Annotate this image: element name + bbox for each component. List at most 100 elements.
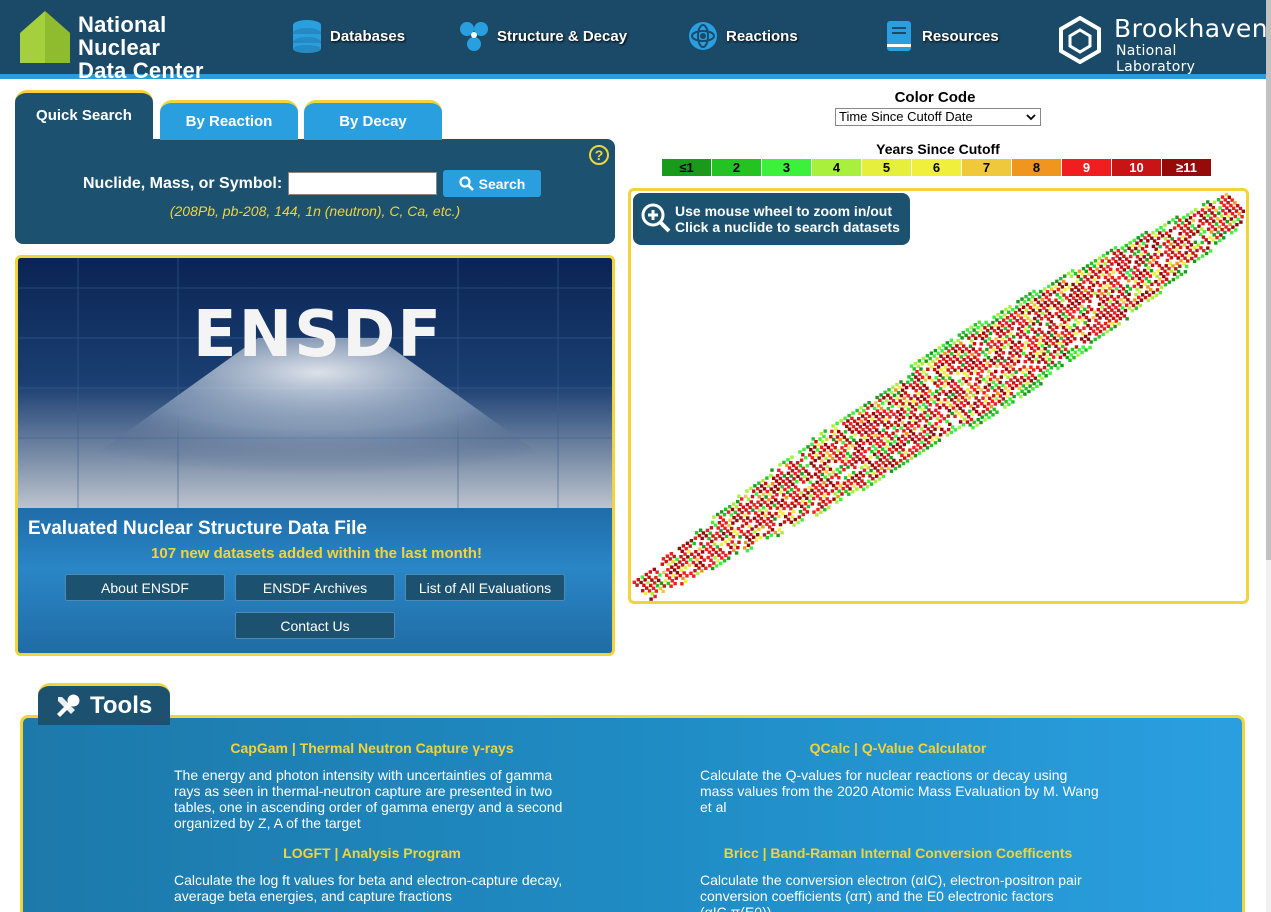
nuclide-cell[interactable]	[1063, 274, 1067, 278]
nuclide-cell[interactable]	[823, 508, 827, 512]
nuclide-cell[interactable]	[823, 429, 827, 433]
nuclide-cell[interactable]	[1146, 239, 1150, 243]
nuclide-cell[interactable]	[1230, 230, 1234, 235]
nuclide-cell[interactable]	[855, 487, 859, 491]
nuclide-cell[interactable]	[938, 433, 943, 437]
nuclide-cell[interactable]	[1084, 348, 1088, 352]
nuclide-cell[interactable]	[674, 576, 678, 580]
nuclide-cell[interactable]	[696, 571, 700, 576]
nuclide-cell[interactable]	[1105, 251, 1110, 255]
nuclide-cell[interactable]	[1167, 280, 1172, 284]
nuclide-chart-canvas[interactable]	[631, 191, 1246, 601]
nuclide-cell[interactable]	[897, 464, 902, 468]
nuclide-cell[interactable]	[1018, 354, 1022, 358]
nuclide-cell[interactable]	[1178, 264, 1182, 268]
nuclide-cell[interactable]	[1049, 366, 1053, 370]
nuclide-cell[interactable]	[842, 468, 846, 472]
nuclide-cell[interactable]	[972, 342, 977, 346]
nuclide-cell[interactable]	[980, 369, 984, 373]
nuclide-cell[interactable]	[904, 385, 909, 390]
nuclide-cell[interactable]	[1069, 339, 1073, 344]
nuclide-cell[interactable]	[1098, 316, 1102, 320]
nuclide-cell[interactable]	[738, 535, 742, 539]
nuclide-cell[interactable]	[735, 518, 739, 523]
nuclide-cell[interactable]	[635, 583, 639, 587]
nuclide-cell[interactable]	[700, 569, 704, 573]
nuclide-cell[interactable]	[722, 513, 727, 517]
nuclide-cell[interactable]	[881, 474, 886, 479]
nuclide-cell[interactable]	[1089, 340, 1093, 344]
nuclide-cell[interactable]	[1050, 314, 1055, 319]
nuclide-cell[interactable]	[1082, 340, 1087, 344]
nuclide-cell[interactable]	[913, 454, 918, 458]
nuclide-cell[interactable]	[1192, 232, 1196, 236]
nuclide-cell[interactable]	[1111, 289, 1115, 293]
nuclide-cell[interactable]	[745, 549, 750, 553]
nuclide-cell[interactable]	[757, 527, 761, 531]
nuclide-cell[interactable]	[748, 519, 753, 523]
nuclide-cell[interactable]	[1026, 330, 1031, 334]
nuclide-cell[interactable]	[1069, 274, 1074, 278]
nuclide-cell[interactable]	[1087, 332, 1092, 336]
nuclide-cell[interactable]	[975, 390, 980, 395]
nuclide-cell[interactable]	[1113, 324, 1117, 329]
nuclide-cell[interactable]	[1212, 200, 1217, 204]
nuclide-cell[interactable]	[976, 404, 980, 408]
nuclide-cell[interactable]	[1039, 317, 1044, 321]
nuclide-cell[interactable]	[1072, 356, 1076, 360]
nuclide-cell[interactable]	[648, 570, 652, 574]
nuclide-cell[interactable]	[719, 542, 724, 547]
nuclide-cell[interactable]	[769, 533, 773, 537]
nuclide-cell[interactable]	[683, 566, 688, 570]
nuclide-cell[interactable]	[775, 493, 779, 497]
nuclide-cell[interactable]	[942, 384, 947, 388]
nuclide-cell[interactable]	[1063, 288, 1067, 292]
nuclide-cell[interactable]	[986, 388, 990, 392]
nuclide-cell[interactable]	[765, 536, 769, 540]
nuclide-cell[interactable]	[700, 550, 705, 554]
nuclide-cell[interactable]	[885, 426, 890, 430]
nuclide-cell[interactable]	[877, 477, 882, 481]
nuclide-cell[interactable]	[1048, 292, 1053, 297]
nuclide-cell[interactable]	[937, 438, 942, 442]
nuclide-cell[interactable]	[731, 521, 735, 525]
nuclide-cell[interactable]	[1088, 299, 1092, 303]
nuclide-cell[interactable]	[1027, 389, 1031, 394]
nuclide-cell[interactable]	[1223, 230, 1227, 235]
nuclide-cell[interactable]	[851, 411, 855, 415]
nuclide-cell[interactable]	[765, 476, 769, 480]
nuclide-cell[interactable]	[1068, 358, 1072, 362]
tool-qcalc-link[interactable]: QCalc | Q-Value Calculator	[703, 740, 1093, 756]
nuclide-cell[interactable]	[1150, 263, 1155, 267]
nuclide-cell[interactable]	[1003, 405, 1007, 409]
nuclide-cell[interactable]	[953, 428, 958, 432]
nuclide-cell[interactable]	[1087, 318, 1091, 322]
nuclide-cell[interactable]	[890, 404, 894, 408]
nuclide-cell[interactable]	[865, 485, 870, 489]
nuclide-cell[interactable]	[945, 433, 950, 437]
nuclide-cell[interactable]	[988, 331, 993, 336]
nuclide-cell[interactable]	[1129, 254, 1133, 259]
nuclide-cell[interactable]	[1012, 394, 1016, 399]
nuclide-cell[interactable]	[901, 461, 906, 466]
nuclide-cell[interactable]	[805, 464, 809, 468]
nuclide-cell[interactable]	[737, 540, 741, 544]
nuclide-cell[interactable]	[999, 375, 1003, 379]
nuclide-cell[interactable]	[784, 496, 789, 500]
nuclide-cell[interactable]	[838, 470, 842, 474]
nuclide-cell[interactable]	[661, 589, 665, 593]
nuclide-cell[interactable]	[749, 546, 753, 550]
nuclide-cell[interactable]	[975, 423, 979, 427]
nuclide-cell[interactable]	[702, 558, 706, 562]
nuclide-cell[interactable]	[1200, 240, 1204, 245]
nuclide-cell[interactable]	[1127, 292, 1131, 297]
nuclide-cell[interactable]	[1031, 322, 1036, 326]
nuclide-cell[interactable]	[700, 536, 704, 541]
nuclide-cell[interactable]	[736, 545, 740, 550]
nuclide-cell[interactable]	[772, 522, 776, 527]
search-button[interactable]: Search	[443, 170, 541, 197]
nuclide-cell[interactable]	[987, 415, 991, 420]
nuclide-cell[interactable]	[1049, 306, 1053, 310]
nuclide-cell[interactable]	[957, 425, 962, 429]
nuclide-cell[interactable]	[1082, 280, 1086, 284]
